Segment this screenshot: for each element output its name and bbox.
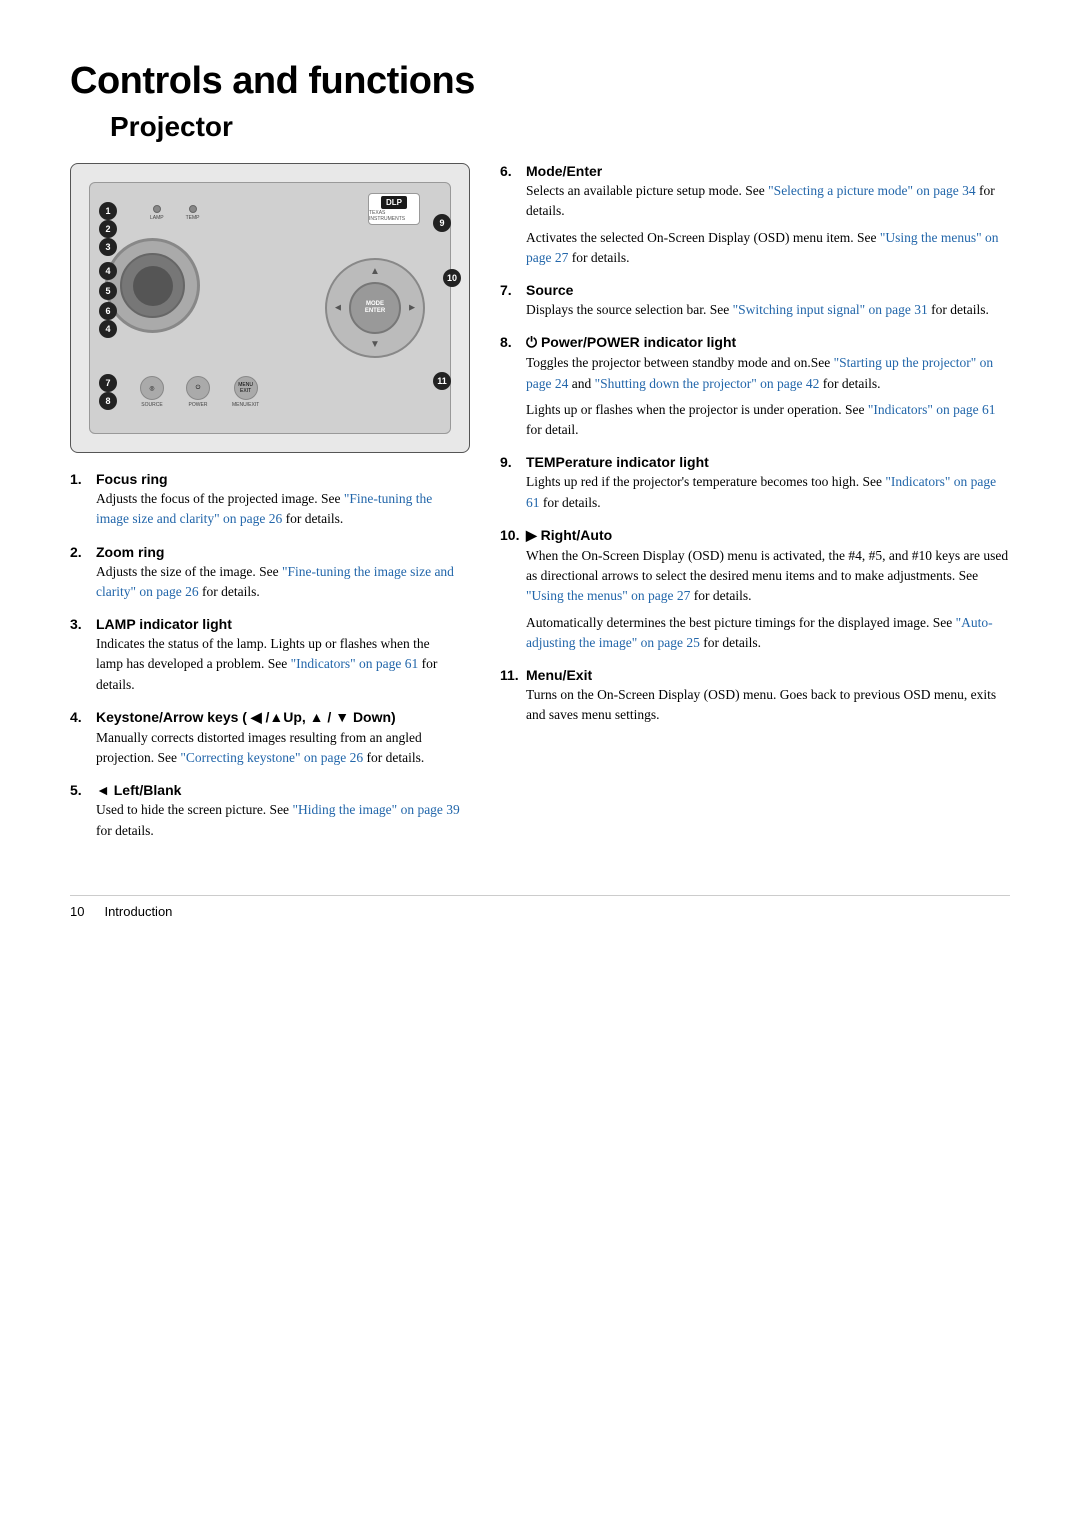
item-body: Adjusts the size of the image. See "Fine… <box>96 562 460 603</box>
item-title: ◄ Left/Blank <box>96 782 181 798</box>
badge-4: 4 <box>99 262 117 280</box>
item-number: 2. <box>70 544 90 560</box>
badge-10: 10 <box>443 269 461 287</box>
footer-page-number: 10 <box>70 904 84 919</box>
list-item: 6. Mode/Enter Selects an available pictu… <box>500 163 1010 268</box>
list-item: 8. ⏻ Power/POWER indicator light Toggles… <box>500 334 1010 440</box>
list-item: 1. Focus ring Adjusts the focus of the p… <box>70 471 460 530</box>
item-title: Mode/Enter <box>526 163 602 179</box>
list-item: 10. ▶ Right/Auto When the On-Screen Disp… <box>500 527 1010 653</box>
badge-9: 9 <box>433 214 451 232</box>
section-subtitle: Projector <box>110 111 1010 143</box>
badge-3: 3 <box>99 238 117 256</box>
item-number: 1. <box>70 471 90 487</box>
item-number: 5. <box>70 782 90 798</box>
list-item: 4. Keystone/Arrow keys ( ◀ /▲Up, ▲ / ▼ D… <box>70 709 460 769</box>
badge-1: 1 <box>99 202 117 220</box>
item-body: Adjusts the focus of the projected image… <box>96 489 460 530</box>
page-title: Controls and functions <box>70 60 1010 103</box>
item-body: Displays the source selection bar. See "… <box>526 300 1010 320</box>
link-ref[interactable]: "Shutting down the projector" on page 42 <box>595 376 820 391</box>
item-title: Focus ring <box>96 471 168 487</box>
badge-4b: 4 <box>99 320 117 338</box>
item-body: Indicates the status of the lamp. Lights… <box>96 634 460 695</box>
item-title: ▶ Right/Auto <box>526 527 612 544</box>
items-list-left: 1. Focus ring Adjusts the focus of the p… <box>70 471 460 841</box>
right-column: 6. Mode/Enter Selects an available pictu… <box>500 163 1010 855</box>
item-body: When the On-Screen Display (OSD) menu is… <box>526 546 1010 653</box>
badge-2: 2 <box>99 220 117 238</box>
item-body: Manually corrects distorted images resul… <box>96 728 460 769</box>
link-ref[interactable]: "Indicators" on page 61 <box>868 402 996 417</box>
badge-7: 7 <box>99 374 117 392</box>
left-column: DLP TEXAS INSTRUMENTS LAMP TEMP <box>70 163 460 855</box>
item-number: 11. <box>500 667 520 683</box>
item-number: 10. <box>500 527 520 543</box>
list-item: 7. Source Displays the source selection … <box>500 282 1010 320</box>
item-title: LAMP indicator light <box>96 616 232 632</box>
list-item: 9. TEMPerature indicator light Lights up… <box>500 454 1010 513</box>
link-ref[interactable]: "Using the menus" on page 27 <box>526 588 690 603</box>
item-number: 7. <box>500 282 520 298</box>
item-body: Selects an available picture setup mode.… <box>526 181 1010 268</box>
item-body: Toggles the projector between standby mo… <box>526 353 1010 440</box>
item-body: Turns on the On-Screen Display (OSD) men… <box>526 685 1010 726</box>
link-ref[interactable]: "Fine-tuning the image size and clarity"… <box>96 564 454 599</box>
link-ref[interactable]: "Correcting keystone" on page 26 <box>180 750 363 765</box>
link-ref[interactable]: "Hiding the image" on page 39 <box>292 802 459 817</box>
link-ref[interactable]: "Switching input signal" on page 31 <box>733 302 928 317</box>
footer-bar: 10 Introduction <box>70 895 1010 919</box>
item-title: TEMPerature indicator light <box>526 454 709 470</box>
list-item: 11. Menu/Exit Turns on the On-Screen Dis… <box>500 667 1010 726</box>
link-ref[interactable]: "Auto-adjusting the image" on page 25 <box>526 615 993 650</box>
item-number: 6. <box>500 163 520 179</box>
item-number: 8. <box>500 334 520 350</box>
item-number: 3. <box>70 616 90 632</box>
link-ref[interactable]: "Indicators" on page 61 <box>291 656 419 671</box>
item-title: Zoom ring <box>96 544 164 560</box>
link-ref[interactable]: "Using the menus" on page 27 <box>526 230 999 265</box>
link-ref[interactable]: "Indicators" on page 61 <box>526 474 996 509</box>
projector-diagram: DLP TEXAS INSTRUMENTS LAMP TEMP <box>70 163 470 453</box>
badge-11: 11 <box>433 372 451 390</box>
item-title: Menu/Exit <box>526 667 592 683</box>
link-ref[interactable]: "Selecting a picture mode" on page 34 <box>768 183 975 198</box>
item-number: 9. <box>500 454 520 470</box>
badge-6: 6 <box>99 302 117 320</box>
list-item: 2. Zoom ring Adjusts the size of the ima… <box>70 544 460 603</box>
list-item: 5. ◄ Left/Blank Used to hide the screen … <box>70 782 460 841</box>
item-body: Lights up red if the projector's tempera… <box>526 472 1010 513</box>
footer-section-label: Introduction <box>104 904 172 919</box>
item-title: Keystone/Arrow keys ( ◀ /▲Up, ▲ / ▼ Down… <box>96 709 396 726</box>
item-number: 4. <box>70 709 90 725</box>
item-body: Used to hide the screen picture. See "Hi… <box>96 800 460 841</box>
item-title: Source <box>526 282 573 298</box>
list-item: 3. LAMP indicator light Indicates the st… <box>70 616 460 695</box>
items-list-right: 6. Mode/Enter Selects an available pictu… <box>500 163 1010 726</box>
badge-8: 8 <box>99 392 117 410</box>
badge-5: 5 <box>99 282 117 300</box>
link-ref[interactable]: "Fine-tuning the image size and clarity"… <box>96 491 432 526</box>
item-title: ⏻ Power/POWER indicator light <box>526 334 736 351</box>
